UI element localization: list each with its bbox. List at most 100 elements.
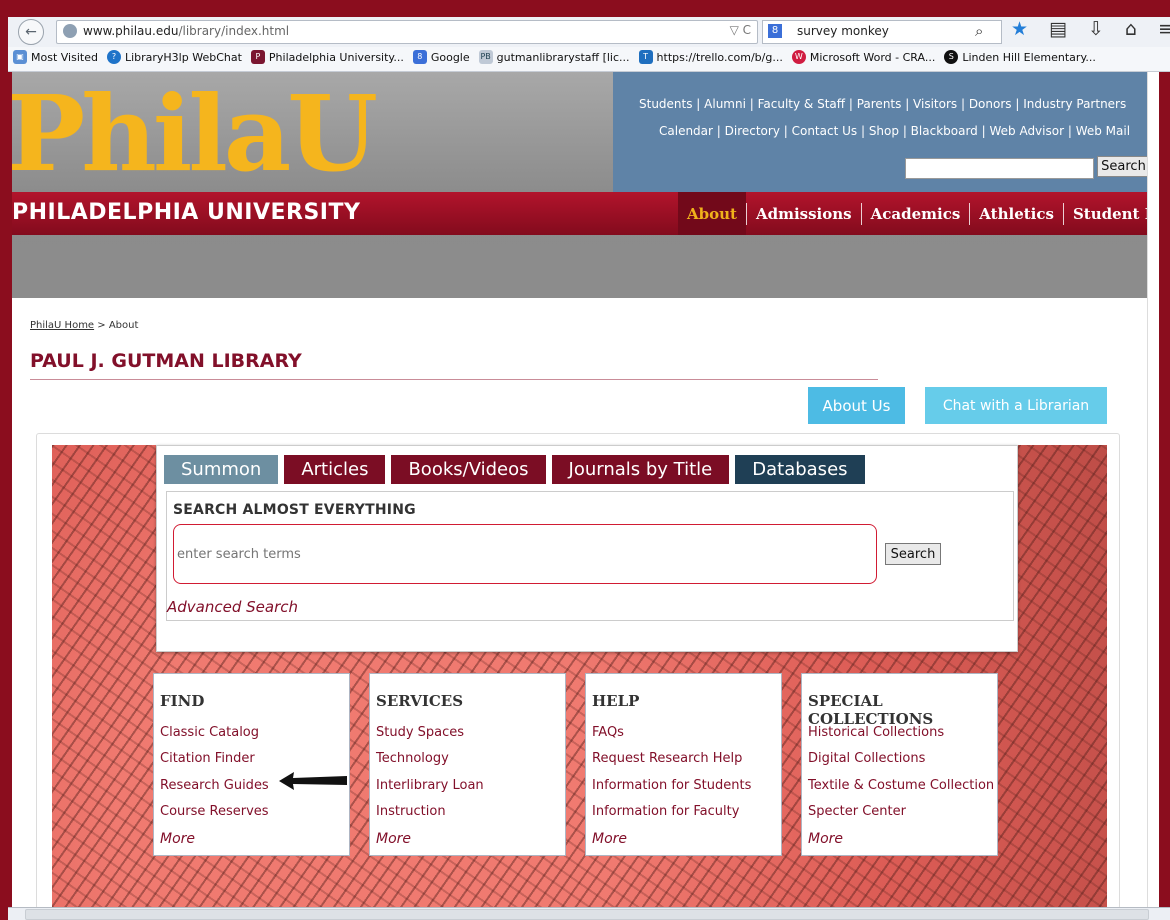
bookmark-label: Philadelphia University... — [268, 50, 404, 64]
tab-databases[interactable]: Databases — [735, 455, 865, 484]
bookmark-label: gutmanlibrarystaff [lic... — [496, 50, 630, 64]
link-list: Study Spaces Technology Interlibrary Loan I… — [376, 720, 484, 852]
nav-item-academics[interactable]: Academics — [862, 192, 970, 235]
column-title: FIND — [160, 692, 205, 710]
bookmark-label: Microsoft Word - CRA... — [809, 50, 936, 64]
more-link[interactable]: More — [808, 826, 994, 852]
horizontal-scroll-thumb[interactable] — [25, 909, 1149, 920]
vertical-scrollbar[interactable] — [1147, 72, 1159, 907]
library-link[interactable]: FAQs — [592, 720, 751, 746]
bookmark-item[interactable]: P Philadelphia University... — [250, 50, 404, 64]
utility-links-panel: Students | Alumni | Faculty & Staff | Pa… — [613, 72, 1159, 192]
philau-icon: P — [250, 50, 265, 64]
google-icon: 8 — [768, 24, 782, 38]
download-icon[interactable]: ⇩ — [1088, 18, 1104, 40]
bookmark-label: LibraryH3lp WebChat — [124, 50, 242, 64]
bookmark-item[interactable]: W Microsoft Word - CRA... — [791, 50, 936, 64]
help-icon: ? — [106, 50, 121, 64]
bookmark-item[interactable]: S Linden Hill Elementary... — [944, 50, 1096, 64]
pbworks-icon: PB — [478, 50, 493, 64]
globe-icon — [63, 24, 77, 38]
most-visited-icon: ▣ — [13, 50, 27, 64]
summon-search-form: SEARCH ALMOST EVERYTHING Search Advanced… — [166, 491, 1014, 621]
main-nav-band: PHILADELPHIA UNIVERSITY About Admissions A… — [12, 192, 1159, 235]
horizontal-scrollbar[interactable] — [8, 907, 1170, 920]
library-link[interactable]: Information for Students — [592, 773, 751, 799]
reading-list-icon[interactable]: ▤ — [1049, 18, 1067, 40]
tab-summon[interactable]: Summon — [164, 455, 279, 484]
site-search-input[interactable] — [905, 158, 1094, 179]
library-link[interactable]: Textile & Costume Collection — [808, 773, 994, 799]
library-link[interactable]: Specter Center — [808, 799, 994, 825]
bookmark-item[interactable]: PB gutmanlibrarystaff [lic... — [478, 50, 630, 64]
bookmark-item[interactable]: ? LibraryH3lp WebChat — [106, 50, 242, 64]
nav-item-athletics[interactable]: Athletics — [970, 192, 1063, 235]
nav-separator — [969, 202, 971, 225]
library-search-input[interactable] — [173, 524, 877, 584]
site-header: PhilaU Students | Alumni | Faculty & Sta… — [12, 72, 1159, 298]
title-divider — [30, 379, 878, 380]
column-title: HELP — [592, 692, 640, 710]
library-link[interactable]: Interlibrary Loan — [376, 773, 484, 799]
bookmark-star-icon[interactable]: ★ — [1011, 18, 1028, 40]
nav-item-about[interactable]: About — [678, 192, 746, 235]
reload-icon[interactable]: ▽ C — [730, 23, 751, 37]
bookmark-item[interactable]: Thttps://trello.com/b/g... — [638, 50, 783, 64]
library-link[interactable]: Technology — [376, 746, 484, 772]
bookmarks-toolbar: ▣ Most Visited? LibraryH3lp WebChat P Philad… — [8, 47, 1170, 72]
chat-with-librarian-button[interactable]: Chat with a Librarian — [925, 387, 1107, 424]
library-link[interactable]: Study Spaces — [376, 720, 484, 746]
address-bar[interactable]: www.philau.edu/library/index.html ▽ C — [56, 20, 758, 44]
library-link[interactable]: Classic Catalog — [160, 720, 269, 746]
back-button[interactable]: ← — [18, 19, 44, 45]
library-link[interactable]: Research Guides — [160, 773, 269, 799]
left-arrow-icon — [279, 772, 347, 790]
bookmark-label: Most Visited — [31, 50, 98, 64]
breadcrumb-current: About — [108, 320, 139, 331]
library-link[interactable]: Instruction — [376, 799, 484, 825]
page-title: PAUL J. GUTMAN LIBRARY — [30, 350, 302, 372]
bookmark-label: Google — [430, 50, 470, 64]
tab-articles[interactable]: Articles — [284, 455, 386, 484]
philau-logo[interactable]: PhilaU — [12, 72, 378, 196]
browser-search-value: survey monkey — [797, 24, 889, 38]
breadcrumb: PhilaU Home > About — [30, 320, 139, 331]
utility-links[interactable]: Calendar | Directory | Contact Us | Shop… — [659, 124, 1130, 138]
browser-search-bar[interactable]: 8 survey monkey ⌕ — [762, 20, 1002, 44]
library-search-button[interactable]: Search — [885, 543, 941, 565]
site-search-button[interactable]: Search — [1097, 156, 1150, 177]
library-link[interactable]: Information for Faculty — [592, 799, 751, 825]
link-column-help: HELP FAQs Request Research Help Information… — [585, 673, 782, 856]
advanced-search-link[interactable]: Advanced Search — [167, 598, 298, 616]
nav-separator — [1062, 202, 1064, 225]
audience-links[interactable]: Students | Alumni | Faculty & Staff | Pa… — [639, 97, 1126, 111]
more-link[interactable]: More — [376, 826, 484, 852]
bookmark-item[interactable]: ▣ Most Visited — [13, 50, 98, 64]
menu-icon[interactable]: ≡ — [1158, 18, 1170, 40]
link-column-services: SERVICES Study Spaces Technology Interlibra… — [369, 673, 566, 856]
nav-item-student-life[interactable]: Student Life — [1064, 192, 1159, 235]
column-title: SERVICES — [376, 692, 464, 710]
tab-journals-by-title[interactable]: Journals by Title — [551, 455, 730, 484]
home-icon[interactable]: ⌂ — [1125, 18, 1137, 40]
browser-toolbar: ← www.philau.edu/library/index.html ▽ C … — [8, 17, 1170, 48]
nav-item-admissions[interactable]: Admissions — [747, 192, 861, 235]
about-us-button[interactable]: About Us — [808, 387, 905, 424]
tab-books-videos[interactable]: Books/Videos — [391, 455, 546, 484]
library-link[interactable]: Course Reserves — [160, 799, 269, 825]
library-link[interactable]: Digital Collections — [808, 746, 994, 772]
nav-separator — [745, 202, 747, 225]
breadcrumb-home-link[interactable]: PhilaU Home — [30, 320, 94, 331]
university-name: PHILADELPHIA UNIVERSITY — [12, 200, 361, 225]
word-icon: W — [791, 50, 806, 64]
library-link[interactable]: Request Research Help — [592, 746, 751, 772]
more-link[interactable]: More — [592, 826, 751, 852]
more-link[interactable]: More — [160, 826, 269, 852]
search-icon[interactable]: ⌕ — [975, 22, 983, 40]
bookmark-item[interactable]: 8 Google — [412, 50, 470, 64]
library-link[interactable]: Historical Collections — [808, 720, 994, 746]
link-list: Classic Catalog Citation Finder Research G… — [160, 720, 269, 852]
library-link[interactable]: Citation Finder — [160, 746, 269, 772]
bookmark-label: https://trello.com/b/g... — [656, 50, 783, 64]
link-column-special-collections: SPECIAL COLLECTIONS Historical Collection… — [801, 673, 998, 856]
